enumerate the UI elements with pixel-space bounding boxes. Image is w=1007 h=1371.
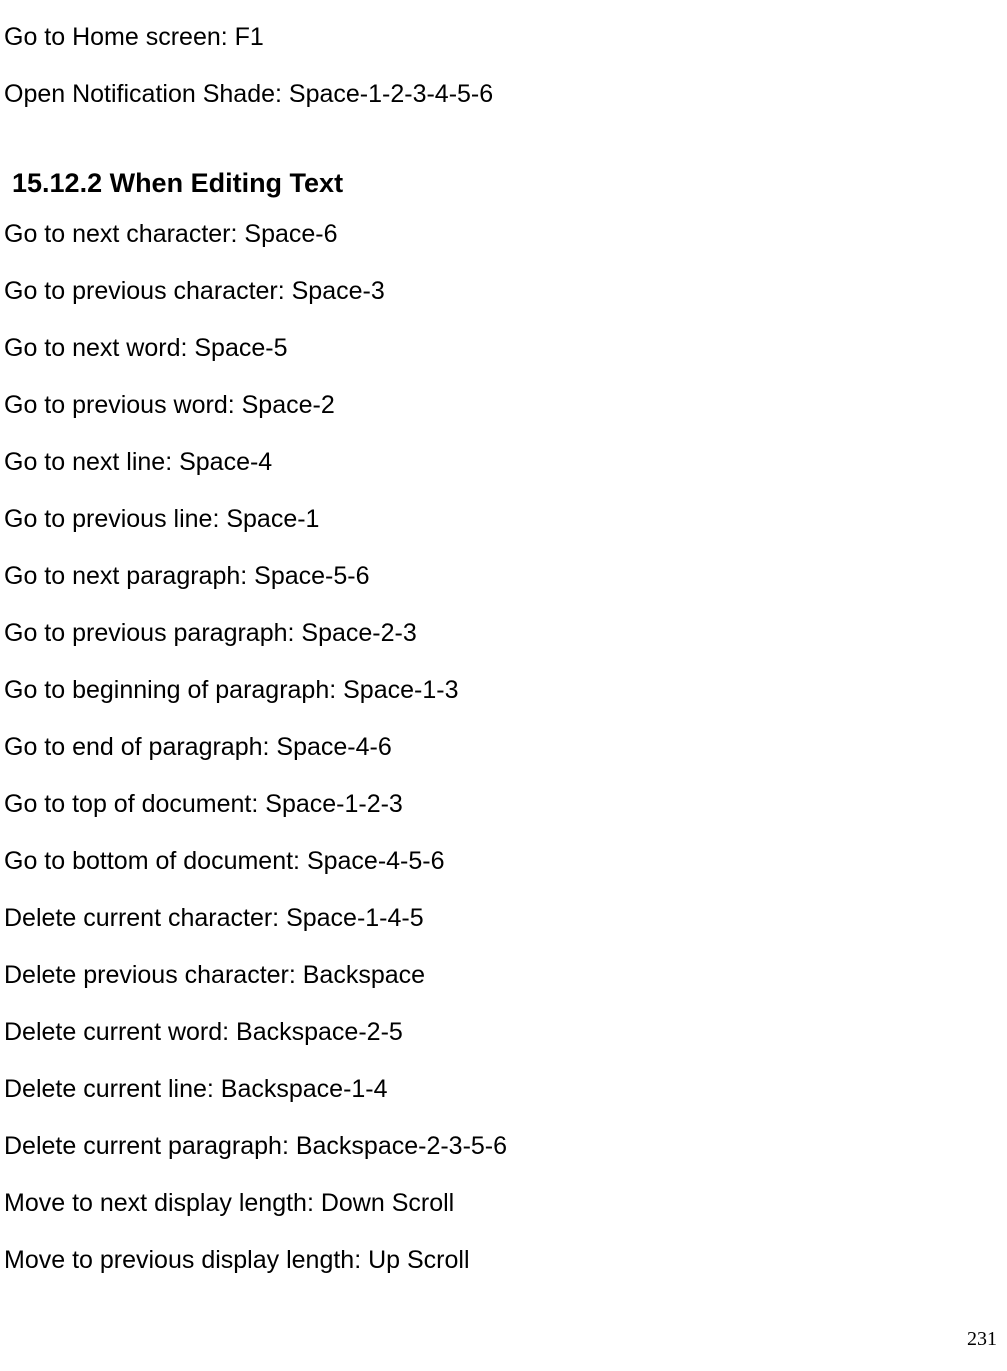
body-text: Go to bottom of document: Space-4-5-6 [4,844,1007,879]
body-text: Go to next line: Space-4 [4,445,1007,480]
body-text: Go to next paragraph: Space-5-6 [4,559,1007,594]
body-text: Delete current character: Space-1-4-5 [4,901,1007,936]
body-text: Go to top of document: Space-1-2-3 [4,787,1007,822]
body-text: Go to next character: Space-6 [4,217,1007,252]
body-text: Go to next word: Space-5 [4,331,1007,366]
body-text: Open Notification Shade: Space-1-2-3-4-5… [4,77,1007,112]
body-text: Delete current line: Backspace-1-4 [4,1072,1007,1107]
body-text: Go to previous word: Space-2 [4,388,1007,423]
page-number: 231 [967,1328,997,1351]
body-text: Go to Home screen: F1 [4,20,1007,55]
section-heading: 15.12.2 When Editing Text [4,168,1007,199]
body-text: Delete previous character: Backspace [4,958,1007,993]
body-text: Move to next display length: Down Scroll [4,1186,1007,1221]
body-text: Go to previous paragraph: Space-2-3 [4,616,1007,651]
body-text: Delete current paragraph: Backspace-2-3-… [4,1129,1007,1164]
body-text: Go to previous line: Space-1 [4,502,1007,537]
body-text: Go to end of paragraph: Space-4-6 [4,730,1007,765]
body-text: Delete current word: Backspace-2-5 [4,1015,1007,1050]
body-text: Go to beginning of paragraph: Space-1-3 [4,673,1007,708]
body-text: Move to previous display length: Up Scro… [4,1243,1007,1278]
body-text: Go to previous character: Space-3 [4,274,1007,309]
